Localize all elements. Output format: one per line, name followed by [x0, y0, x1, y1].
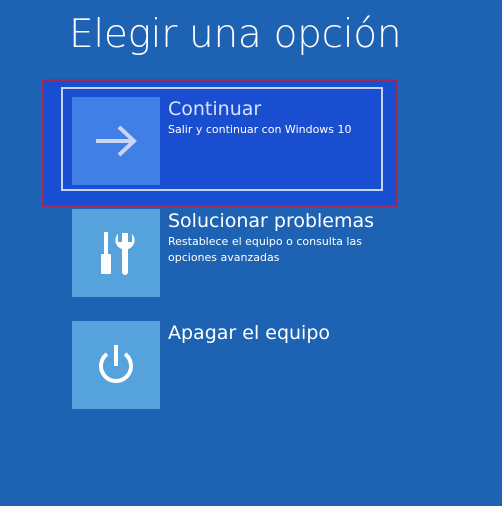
option-continue-tile — [72, 97, 160, 185]
option-continue[interactable]: Continuar Salir y continuar con Windows … — [72, 97, 392, 185]
option-troubleshoot-title: Solucionar problemas — [168, 210, 375, 232]
option-troubleshoot[interactable]: Solucionar problemas Restablece el equip… — [72, 209, 392, 297]
page-title: Elegir una opción — [69, 12, 402, 57]
option-shutdown[interactable]: Apagar el equipo — [72, 321, 392, 409]
power-icon — [99, 345, 133, 383]
option-continue-title: Continuar — [168, 98, 262, 120]
option-troubleshoot-description: Restablece el equipo o consulta las opci… — [168, 235, 362, 264]
option-shutdown-title: Apagar el equipo — [168, 322, 331, 344]
option-troubleshoot-tile — [72, 209, 160, 297]
option-shutdown-tile — [72, 321, 160, 409]
arrow-right-icon — [96, 125, 137, 157]
option-continue-description: Salir y continuar con Windows 10 — [168, 123, 352, 136]
tools-icon — [101, 232, 135, 275]
